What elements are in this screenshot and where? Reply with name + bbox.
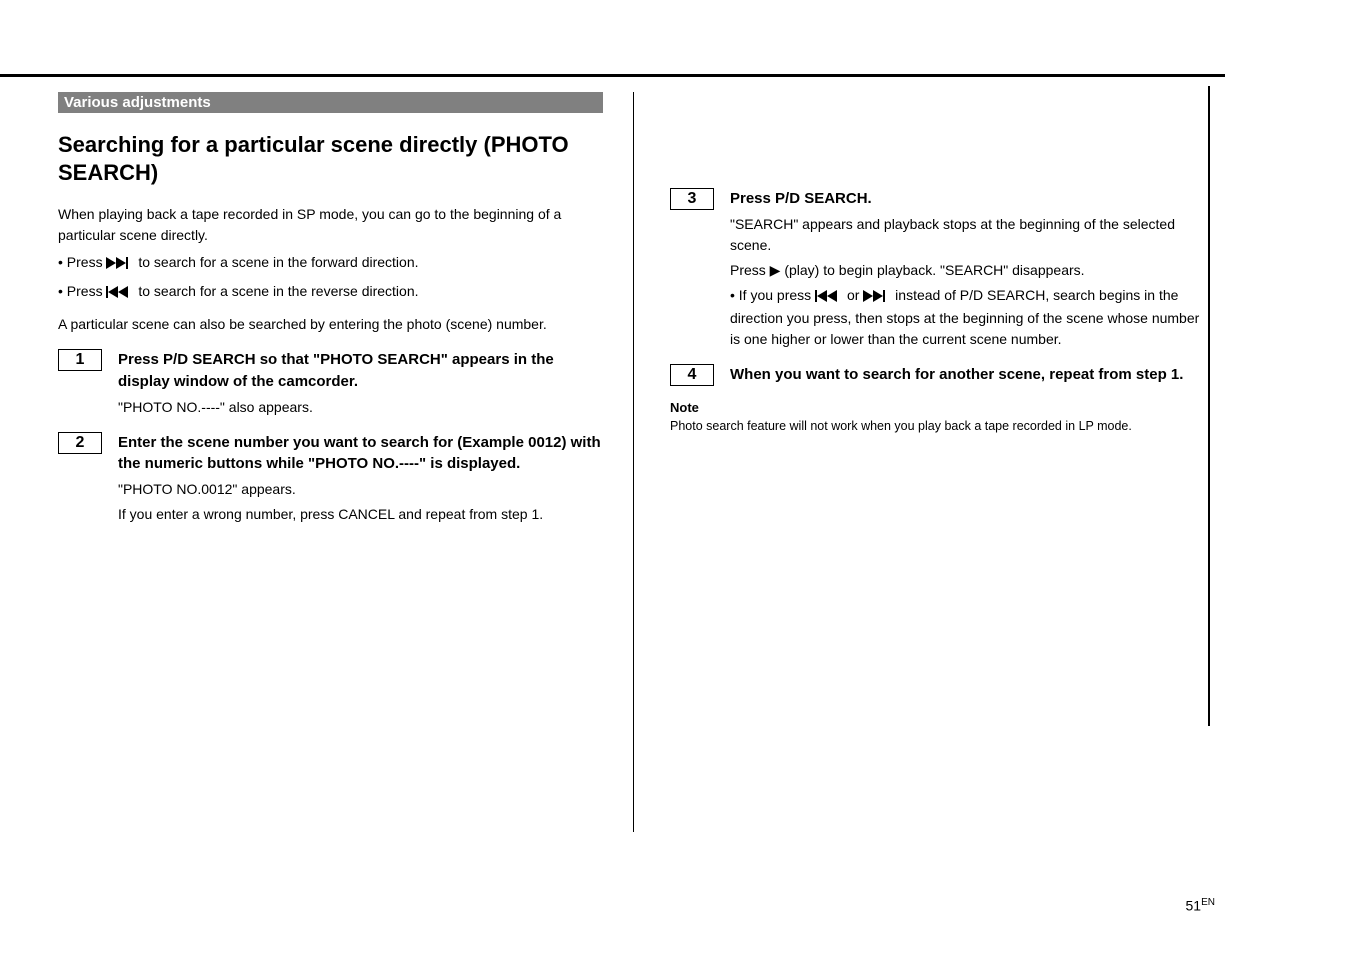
step-2: 2 Enter the scene number you want to sea… xyxy=(58,432,603,526)
note-body: Photo search feature will not work when … xyxy=(670,417,1208,435)
step-3-lead: Press P/D SEARCH. xyxy=(730,188,1208,210)
page-content: Various adjustments Searching for a part… xyxy=(58,92,1208,832)
step-1-body: Press P/D SEARCH so that "PHOTO SEARCH" … xyxy=(118,349,603,418)
step-3-sub-c: • If you press or instead of P/D SEARCH,… xyxy=(730,285,1208,350)
intro3-post: to search for a scene in the reverse dir… xyxy=(138,283,418,299)
step-1: 1 Press P/D SEARCH so that "PHOTO SEARCH… xyxy=(58,349,603,418)
intro-paragraph-3: • Press to search for a scene in the rev… xyxy=(58,281,603,304)
intro-paragraph-1: When playing back a tape recorded in SP … xyxy=(58,204,603,246)
intro-paragraph-2: • Press to search for a scene in the for… xyxy=(58,252,603,275)
page-title: Searching for a particular scene directl… xyxy=(58,131,603,186)
note-label: Note xyxy=(670,400,1208,415)
step3-subc-pre: • If you press xyxy=(730,287,815,303)
intro3-pre: • Press xyxy=(58,283,106,299)
step-number-3: 3 xyxy=(670,188,714,210)
step-2-sub-b: If you enter a wrong number, press CANCE… xyxy=(118,504,603,525)
step-2-lead: Enter the scene number you want to searc… xyxy=(118,432,603,476)
step-4: 4 When you want to search for another sc… xyxy=(670,364,1208,386)
step-number-1: 1 xyxy=(58,349,102,371)
right-border xyxy=(1208,86,1210,726)
step-3-sub-b: Press ▶ (play) to begin playback. "SEARC… xyxy=(730,260,1208,281)
top-rule xyxy=(0,74,1225,77)
right-column: 3 Press P/D SEARCH. "SEARCH" appears and… xyxy=(633,92,1208,832)
step-3: 3 Press P/D SEARCH. "SEARCH" appears and… xyxy=(670,188,1208,350)
skip-backward-icon xyxy=(815,287,843,308)
intro2-post: to search for a scene in the forward dir… xyxy=(138,254,418,270)
intro-paragraph-4: A particular scene can also be searched … xyxy=(58,314,603,335)
step-4-lead: When you want to search for another scen… xyxy=(730,364,1208,386)
section-banner: Various adjustments xyxy=(58,92,603,113)
step-number-4: 4 xyxy=(670,364,714,386)
intro2-pre: • Press xyxy=(58,254,106,270)
skip-forward-icon xyxy=(863,287,891,308)
step-2-sub-a: "PHOTO NO.0012" appears. xyxy=(118,479,603,500)
page-number-suffix: EN xyxy=(1201,897,1215,908)
step-3-sub-a: "SEARCH" appears and playback stops at t… xyxy=(730,214,1208,256)
step3-subc-mid: or xyxy=(847,287,863,303)
step-number-2: 2 xyxy=(58,432,102,454)
page-number-value: 51 xyxy=(1186,898,1202,914)
step-1-lead: Press P/D SEARCH so that "PHOTO SEARCH" … xyxy=(118,349,603,393)
step-2-body: Enter the scene number you want to searc… xyxy=(118,432,603,526)
skip-forward-icon xyxy=(106,254,134,275)
left-column: Various adjustments Searching for a part… xyxy=(58,92,633,832)
step-3-body: Press P/D SEARCH. "SEARCH" appears and p… xyxy=(730,188,1208,350)
step-4-body: When you want to search for another scen… xyxy=(730,364,1208,386)
step-1-sub: "PHOTO NO.----" also appears. xyxy=(118,397,603,418)
page-number: 51EN xyxy=(1186,897,1215,914)
skip-backward-icon xyxy=(106,283,134,304)
